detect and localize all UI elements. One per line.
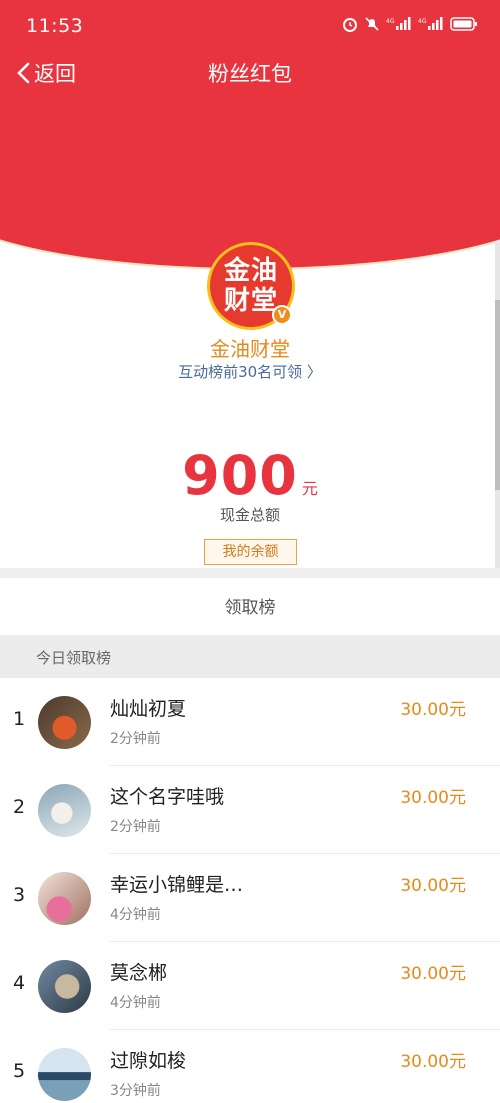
- avatar[interactable]: [38, 784, 91, 837]
- alarm-icon: [343, 18, 357, 32]
- nav-bar: 返回 粉丝红包: [0, 52, 500, 92]
- amount-unit: 元: [301, 479, 318, 498]
- signal-4g-icon: 4G: [418, 17, 443, 30]
- scrollbar-thumb[interactable]: [495, 300, 500, 490]
- total-amount: 900 元: [0, 444, 500, 507]
- amount-value: 900: [182, 444, 298, 507]
- avatar[interactable]: [38, 1048, 91, 1101]
- list-item[interactable]: 5 过隙如梭 3分钟前 30.00元: [0, 1030, 500, 1103]
- claim-amount: 30.00元: [400, 876, 466, 896]
- mute-icon: [365, 17, 379, 31]
- user-name: 灿灿初夏: [110, 698, 187, 720]
- amount-label: 现金总额: [219, 506, 280, 524]
- page-title: 粉丝红包: [208, 62, 292, 86]
- avatar[interactable]: [38, 696, 91, 749]
- rank-number: 2: [12, 796, 26, 818]
- claim-time: 4分钟前: [110, 907, 161, 923]
- rank-number: 5: [12, 1060, 26, 1082]
- logo-text-line1: 金油: [223, 256, 278, 286]
- claim-amount: 30.00元: [400, 964, 466, 984]
- user-name: 过隙如梭: [110, 1050, 187, 1072]
- ranking-title: 领取榜: [224, 598, 276, 618]
- avatar[interactable]: [38, 960, 91, 1013]
- user-name: 这个名字哇哦: [110, 786, 225, 808]
- account-name: 金油财堂: [210, 337, 290, 361]
- claim-time: 2分钟前: [110, 819, 161, 835]
- list-item[interactable]: 3 幸运小锦鲤是… 4分钟前 30.00元: [0, 854, 500, 942]
- signal-4g-icon: 4G: [386, 17, 411, 30]
- user-name: 幸运小锦鲤是…: [110, 874, 244, 896]
- logo-text-line2: 财堂: [223, 286, 278, 316]
- today-ranking-label: 今日领取榜: [36, 649, 112, 667]
- status-icons: 4G 4G: [342, 16, 478, 32]
- battery-icon: [450, 17, 477, 31]
- rank-number: 3: [12, 884, 26, 906]
- avatar[interactable]: [38, 872, 91, 925]
- claim-time: 3分钟前: [110, 1083, 161, 1099]
- status-bar: 11:53 4G 4G: [0, 0, 500, 52]
- svg-text:4G: 4G: [418, 18, 427, 25]
- my-balance-button[interactable]: 我的余额: [204, 539, 297, 565]
- screen: 11:53 4G 4G 返回 粉丝红包 金油 财堂 V 金油财堂 互动榜前30名…: [0, 0, 500, 1103]
- verified-badge-icon: V: [272, 305, 292, 325]
- list-item[interactable]: 2 这个名字哇哦 2分钟前 30.00元: [0, 766, 500, 854]
- rank-number: 1: [12, 708, 26, 730]
- status-time: 11:53: [26, 15, 84, 37]
- rank-number: 4: [12, 972, 26, 994]
- section-divider: [0, 568, 500, 578]
- claim-amount: 30.00元: [400, 700, 466, 720]
- list-item[interactable]: 1 灿灿初夏 2分钟前 30.00元: [0, 678, 500, 766]
- today-ranking-header: 今日领取榜: [0, 635, 500, 678]
- user-name: 莫念郴: [110, 962, 168, 984]
- svg-text:4G: 4G: [386, 18, 395, 25]
- claim-amount: 30.00元: [400, 1052, 466, 1072]
- list-item[interactable]: 4 莫念郴 4分钟前 30.00元: [0, 942, 500, 1030]
- claim-time: 2分钟前: [110, 731, 161, 747]
- claim-amount: 30.00元: [400, 788, 466, 808]
- claim-time: 4分钟前: [110, 995, 161, 1011]
- ranking-list: 1 灿灿初夏 2分钟前 30.00元 2 这个名字哇哦 2分钟前 30.00元 …: [0, 678, 500, 1103]
- eligibility-link[interactable]: 互动榜前30名可领 〉: [0, 361, 500, 382]
